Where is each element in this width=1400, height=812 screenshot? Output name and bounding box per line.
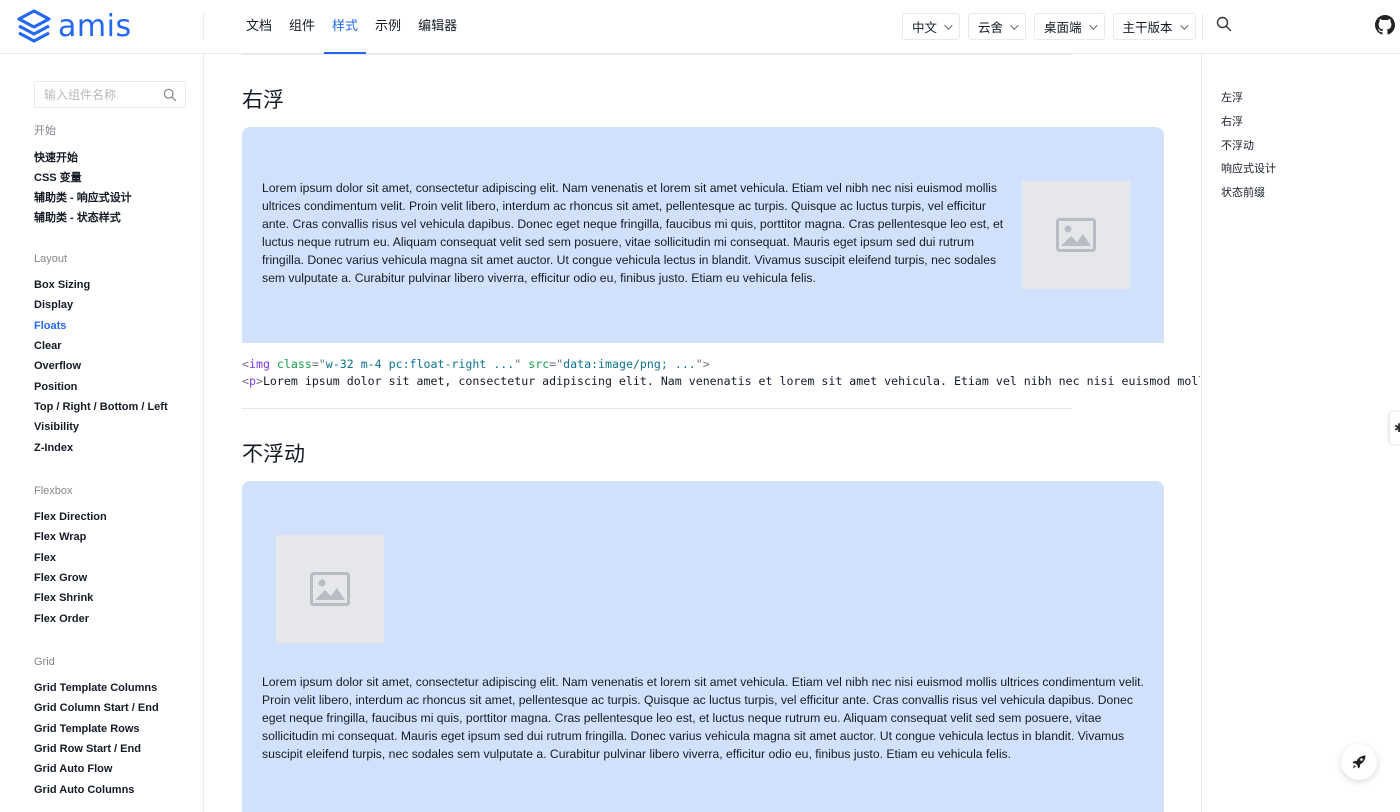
- sidebar-group-layout: Layout: [34, 253, 67, 265]
- image-placeholder-icon: [1056, 218, 1096, 252]
- chevron-down-icon: [1089, 21, 1097, 29]
- divider: [242, 54, 1072, 55]
- code-p-text: Lorem ipsum dolor sit amet, consectetur …: [263, 374, 1200, 388]
- sidebar-item-grid-column-start-end[interactable]: Grid Column Start / End: [34, 702, 159, 714]
- sidebar-item-state-styles[interactable]: 辅助类 - 状态样式: [34, 209, 121, 225]
- code-value-src: data:image/png; ...: [563, 357, 696, 371]
- version-select-value: 主干版本: [1123, 17, 1173, 36]
- code-attr-class: class: [277, 357, 312, 371]
- sidebar-item-box-sizing[interactable]: Box Sizing: [34, 279, 90, 291]
- sidebar-item-quick-start[interactable]: 快速开始: [34, 149, 78, 165]
- toc-item-no-float[interactable]: 不浮动: [1221, 137, 1254, 153]
- version-select[interactable]: 主干版本: [1113, 13, 1196, 40]
- sidebar-item-grid-template-rows[interactable]: Grid Template Rows: [34, 723, 140, 735]
- sidebar-item-visibility[interactable]: Visibility: [34, 421, 79, 433]
- top-header: amis 文档 组件 样式 示例 编辑器 中文 云舍 桌面端 主干版本: [0, 0, 1400, 54]
- toc-item-float-left[interactable]: 左浮: [1221, 89, 1243, 105]
- section-title-float-right: 右浮: [242, 84, 284, 114]
- sidebar-item-grid-auto-columns[interactable]: Grid Auto Columns: [34, 784, 134, 796]
- github-icon[interactable]: [1375, 15, 1395, 35]
- demo-paragraph: Lorem ipsum dolor sit amet, consectetur …: [262, 673, 1144, 763]
- language-select-value: 中文: [912, 17, 937, 36]
- nav-docs[interactable]: 文档: [238, 0, 280, 54]
- chevron-down-icon: [1010, 21, 1018, 29]
- sidebar-item-flex-direction[interactable]: Flex Direction: [34, 511, 107, 523]
- code-tag-img: img: [249, 357, 270, 371]
- sidebar-item-grid-row-start-end[interactable]: Grid Row Start / End: [34, 743, 141, 755]
- sidebar-item-grid-auto-flow[interactable]: Grid Auto Flow: [34, 763, 112, 775]
- search-icon[interactable]: [1216, 16, 1232, 32]
- header-divider: [203, 14, 204, 40]
- image-placeholder: [1022, 181, 1130, 289]
- demo-float-right: Lorem ipsum dolor sit amet, consectetur …: [242, 127, 1164, 343]
- nav-examples[interactable]: 示例: [367, 0, 409, 54]
- sidebar-item-responsive[interactable]: 辅助类 - 响应式设计: [34, 189, 132, 205]
- sidebar-item-flex-shrink[interactable]: Flex Shrink: [34, 592, 93, 604]
- sidebar-item-z-index[interactable]: Z-Index: [34, 442, 73, 454]
- sidebar-item-flex-order[interactable]: Flex Order: [34, 613, 89, 625]
- theme-select[interactable]: 云舍: [968, 13, 1026, 40]
- sidebar-item-position[interactable]: Position: [34, 381, 77, 393]
- language-select[interactable]: 中文: [902, 13, 960, 40]
- sidebar-item-floats[interactable]: Floats: [34, 320, 66, 332]
- sidebar-item-trbl[interactable]: Top / Right / Bottom / Left: [34, 401, 168, 413]
- sidebar-item-grid-template-columns[interactable]: Grid Template Columns: [34, 682, 157, 694]
- search-icon[interactable]: [163, 88, 177, 102]
- rocket-icon: [1351, 754, 1367, 770]
- toc-item-state-prefix[interactable]: 状态前缀: [1221, 184, 1265, 200]
- nav-styles[interactable]: 样式: [324, 0, 366, 54]
- sidebar-item-css-vars[interactable]: CSS 变量: [34, 169, 82, 185]
- sidebar-group-grid: Grid: [34, 656, 55, 668]
- chevron-down-icon: [944, 21, 952, 29]
- sidebar-item-flex-grow[interactable]: Flex Grow: [34, 572, 87, 584]
- side-panel-toggle[interactable]: ✱: [1390, 412, 1400, 444]
- platform-select[interactable]: 桌面端: [1034, 13, 1105, 40]
- image-placeholder-icon: [310, 572, 350, 606]
- sidebar: 开始 快速开始 CSS 变量 辅助类 - 响应式设计 辅助类 - 状态样式 La…: [0, 54, 204, 812]
- rocket-button[interactable]: [1341, 744, 1377, 780]
- sidebar-group-start: 开始: [34, 122, 56, 138]
- sidebar-item-flex[interactable]: Flex: [34, 552, 56, 564]
- component-search-input[interactable]: [35, 82, 155, 107]
- code-tag-p: p: [249, 374, 256, 388]
- demo-no-float: Lorem ipsum dolor sit amet, consectetur …: [242, 481, 1164, 812]
- toc-item-float-right[interactable]: 右浮: [1221, 113, 1243, 129]
- nav-components[interactable]: 组件: [281, 0, 323, 54]
- sidebar-item-overflow[interactable]: Overflow: [34, 360, 81, 372]
- top-nav: 文档 组件 样式 示例 编辑器: [238, 0, 466, 54]
- nav-editor[interactable]: 编辑器: [410, 0, 465, 54]
- logo-text: amis: [58, 12, 132, 42]
- asterisk-icon: ✱: [1394, 421, 1400, 435]
- sidebar-item-clear[interactable]: Clear: [34, 340, 62, 352]
- component-search: [34, 81, 186, 108]
- header-selects: 中文 云舍 桌面端 主干版本: [902, 13, 1204, 40]
- toc-item-responsive[interactable]: 响应式设计: [1221, 160, 1276, 176]
- divider: [242, 408, 1072, 409]
- platform-select-value: 桌面端: [1044, 17, 1082, 36]
- code-value-class: w-32 m-4 pc:float-right ...: [326, 357, 514, 371]
- demo-paragraph: Lorem ipsum dolor sit amet, consectetur …: [262, 179, 1010, 287]
- sidebar-item-flex-wrap[interactable]: Flex Wrap: [34, 531, 86, 543]
- theme-select-value: 云舍: [978, 17, 1003, 36]
- header-divider-right: [1202, 14, 1203, 40]
- table-of-contents: 左浮 右浮 不浮动 响应式设计 状态前缀: [1201, 54, 1400, 812]
- sidebar-group-flexbox: Flexbox: [34, 485, 73, 497]
- image-placeholder: [276, 535, 384, 643]
- chevron-down-icon: [1180, 21, 1188, 29]
- section-title-no-float: 不浮动: [242, 438, 305, 468]
- sidebar-item-display[interactable]: Display: [34, 299, 73, 311]
- code-line-img: <img class="w-32 m-4 pc:float-right ..."…: [242, 356, 710, 373]
- code-line-p: <p>Lorem ipsum dolor sit amet, consectet…: [242, 373, 1200, 390]
- logo[interactable]: amis: [16, 9, 132, 45]
- amis-logo-icon: [16, 9, 52, 45]
- code-attr-src: src: [528, 357, 549, 371]
- main-content: 右浮 Lorem ipsum dolor sit amet, consectet…: [204, 54, 1200, 812]
